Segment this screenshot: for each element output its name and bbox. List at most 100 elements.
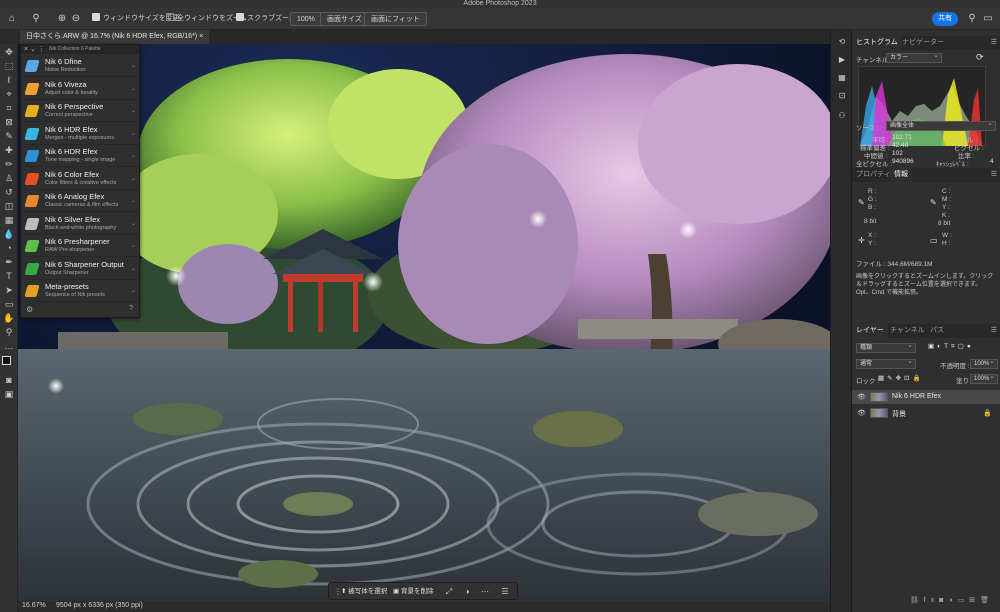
fit-screen-button[interactable]: 画面サイズ: [320, 12, 369, 26]
more-tools-icon[interactable]: …: [2, 340, 16, 352]
tab-properties[interactable]: プロパティ: [852, 168, 895, 182]
zoom-icon[interactable]: ⚲: [2, 326, 16, 338]
nik-palette-item[interactable]: Nik 6 Color Efex Color filters & creative…: [23, 168, 138, 190]
layer-filter-select[interactable]: 種類: [856, 342, 916, 353]
panel-menu-icon[interactable]: ☰: [991, 36, 997, 50]
zoom-tool-icon[interactable]: ⚲: [30, 13, 42, 25]
bit-depth-right: 8 bit: [938, 220, 951, 227]
stamp-tool-icon[interactable]: ♙: [2, 172, 16, 184]
libraries-icon[interactable]: ⊡: [836, 90, 848, 102]
close-icon[interactable]: × ⌄ ⋮: [24, 45, 45, 54]
opacity-input[interactable]: 100%: [970, 358, 998, 369]
fill-screen-button[interactable]: 画面にフィット: [364, 12, 427, 26]
nik-palette-item[interactable]: Nik 6 Silver Efex Black-and-white photogr…: [23, 213, 138, 235]
chevron-down-icon[interactable]: ⌄: [131, 242, 136, 249]
gradient-tool-icon[interactable]: ▦: [2, 214, 16, 226]
nik-palette-item[interactable]: Nik 6 Presharpener RAW Pre-sharpener ⌄: [23, 235, 138, 257]
eye-icon[interactable]: 👁: [857, 409, 866, 417]
refresh-icon[interactable]: ⟳: [976, 52, 984, 63]
layer-actions-bar[interactable]: ⛓fx◙◑▭⊞🗑: [852, 596, 1000, 610]
hand-tool-icon[interactable]: ✋: [2, 312, 16, 324]
share-button[interactable]: 共有: [932, 12, 958, 26]
lasso-tool-icon[interactable]: ℓ: [2, 74, 16, 86]
chevron-down-icon[interactable]: ⌄: [131, 85, 136, 92]
nik-palette-item[interactable]: Nik 6 HDR Efex Merges - multiple exposure…: [23, 123, 138, 145]
eye-icon[interactable]: 👁: [857, 393, 866, 401]
nik-palette-item[interactable]: Nik 6 Viveza Adjust color & tonality ⌄: [23, 78, 138, 100]
marquee-tool-icon[interactable]: ⬚: [2, 60, 16, 72]
dodge-tool-icon[interactable]: ◔: [2, 242, 16, 254]
lock-icons[interactable]: ▦✎✥⊡🔒: [878, 374, 924, 382]
zoom-level[interactable]: 16.67%: [22, 602, 46, 609]
path-select-tool-icon[interactable]: ➤: [2, 284, 16, 296]
chevron-down-icon[interactable]: ⌄: [131, 265, 136, 272]
tab-paths[interactable]: パス: [926, 324, 948, 338]
blur-tool-icon[interactable]: 💧: [2, 228, 16, 240]
object-select-tool-icon[interactable]: ⌖: [2, 88, 16, 100]
nik-palette-item[interactable]: Nik 6 Analog Efex Classic cameras & film …: [23, 190, 138, 212]
layer-filter-icons[interactable]: ▣◐T⌗▢●: [928, 342, 974, 351]
zoom-all-checkbox[interactable]: 全ウィンドウをズーム: [166, 12, 247, 26]
layers-menu-icon[interactable]: ☰: [991, 324, 997, 338]
crop-tool-icon[interactable]: ⌗: [2, 102, 16, 114]
shape-tool-icon[interactable]: ▭: [2, 298, 16, 310]
remove-background-button[interactable]: ▣ 背景を削除: [393, 586, 433, 598]
gear-icon[interactable]: ⚙: [26, 305, 33, 314]
screen-mode-icon[interactable]: ▣: [2, 388, 16, 400]
tab-channels[interactable]: チャンネル: [886, 324, 929, 338]
frame-tool-icon[interactable]: ⊠: [2, 116, 16, 128]
search-icon[interactable]: ⚲: [966, 13, 978, 25]
eyedropper-tool-icon[interactable]: ✎: [2, 130, 16, 142]
adjustment-icon[interactable]: ◑: [461, 586, 473, 598]
history-icon[interactable]: ⟲: [836, 36, 848, 48]
channel-select[interactable]: カラー: [886, 52, 942, 63]
layer-row[interactable]: 👁 背景 🔒: [852, 406, 1000, 420]
blend-mode-select[interactable]: 通常: [856, 358, 916, 369]
nik-palette-item[interactable]: Nik 6 Perspective Correct perspective ⌄: [23, 100, 138, 122]
tab-histogram[interactable]: ヒストグラム: [852, 36, 902, 50]
fill-input[interactable]: 100%: [970, 373, 998, 384]
document-tab[interactable]: 日中さくら.ARW @ 16.7% (Nik 6 HDR Efex, RGB/1…: [20, 30, 210, 44]
chevron-down-icon[interactable]: ⌄: [131, 220, 136, 227]
foreground-color-swatch[interactable]: [2, 356, 16, 368]
healing-tool-icon[interactable]: ✚: [2, 144, 16, 156]
chevron-down-icon[interactable]: ⌄: [131, 62, 136, 69]
quick-mask-icon[interactable]: ◙: [2, 374, 16, 386]
chevron-down-icon[interactable]: ⌄: [131, 197, 136, 204]
brush-tool-icon[interactable]: ✏: [2, 158, 16, 170]
workspace-icon[interactable]: ▭: [982, 13, 994, 25]
zoom-100-button[interactable]: 100%: [290, 12, 322, 26]
info-menu-icon[interactable]: ☰: [991, 168, 997, 182]
chevron-down-icon[interactable]: ⌄: [131, 287, 136, 294]
chevron-down-icon[interactable]: ⌄: [131, 152, 136, 159]
pen-tool-icon[interactable]: ✒: [2, 256, 16, 268]
select-subject-button[interactable]: ⬆ 被写体を選択: [341, 586, 387, 598]
chevron-down-icon[interactable]: ⌄: [131, 107, 136, 114]
tab-layers[interactable]: レイヤー: [852, 324, 888, 338]
zoom-out-icon[interactable]: ⊖: [70, 13, 82, 25]
more-icon[interactable]: ⋯: [479, 586, 491, 598]
zoom-in-icon[interactable]: ⊕: [56, 13, 68, 25]
settings-icon[interactable]: ☰: [499, 586, 511, 598]
help-icon[interactable]: ?: [129, 305, 133, 312]
history-brush-icon[interactable]: ↺: [2, 186, 16, 198]
nik-palette-item[interactable]: Nik 6 HDR Efex Tone mapping - single imag…: [23, 145, 138, 167]
tab-navigator[interactable]: ナビゲーター: [898, 36, 948, 50]
type-tool-icon[interactable]: T: [2, 270, 16, 282]
eraser-tool-icon[interactable]: ◫: [2, 200, 16, 212]
chevron-down-icon[interactable]: ⌄: [131, 175, 136, 182]
nik-palette-item[interactable]: Nik 6 Dfine Noise Reduction ⌄: [23, 55, 138, 77]
chevron-down-icon[interactable]: ⌄: [131, 130, 136, 137]
transform-icon[interactable]: ⤢: [443, 586, 455, 598]
glyphs-icon[interactable]: ⚇: [836, 110, 848, 122]
actions-icon[interactable]: ▶: [836, 54, 848, 66]
nik-palette-item[interactable]: Meta-presets Sequence of Nik presets ⌄: [23, 280, 138, 302]
tab-info[interactable]: 情報: [890, 168, 912, 182]
move-tool-icon[interactable]: ✥: [2, 46, 16, 58]
source-select[interactable]: 画像全体: [886, 120, 996, 131]
scrubby-zoom-checkbox[interactable]: スクラブズーム: [236, 12, 296, 26]
swatches-icon[interactable]: ▦: [836, 72, 848, 84]
layer-row[interactable]: 👁 Nik 6 HDR Efex: [852, 390, 1000, 404]
nik-palette-item[interactable]: Nik 6 Sharpener Output Output Sharpener ⌄: [23, 258, 138, 280]
home-icon[interactable]: ⌂: [6, 13, 18, 25]
